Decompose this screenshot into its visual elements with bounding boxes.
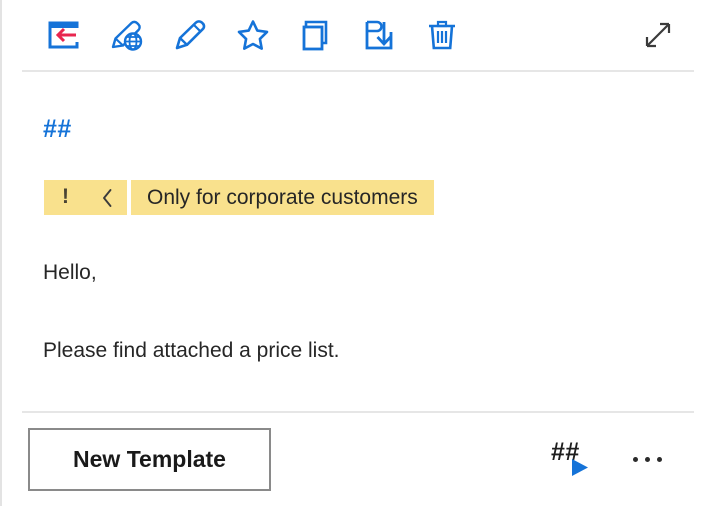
ellipsis-dot-icon [645, 457, 650, 462]
favorite-button[interactable] [231, 13, 275, 57]
ellipsis-dot-icon [657, 457, 662, 462]
toolbar-right-actions [636, 13, 680, 57]
new-template-label: New Template [73, 446, 226, 472]
footer-right-actions: ## [551, 438, 666, 482]
delete-template-icon [425, 18, 459, 52]
more-options-button[interactable] [629, 453, 666, 466]
edit-public-template-button[interactable] [105, 13, 149, 57]
template-panel: ## ! Only for corporate customers Hello,… [0, 0, 712, 506]
save-template-icon [362, 18, 396, 52]
delete-template-button[interactable] [420, 13, 464, 57]
warning-icon: ! [44, 180, 87, 215]
edit-template-button[interactable] [168, 13, 212, 57]
copy-template-icon [299, 18, 333, 52]
collapse-notice-button[interactable] [87, 180, 127, 215]
play-triangle-icon [569, 457, 591, 484]
expand-icon [642, 19, 674, 51]
chevron-left-icon [102, 188, 111, 207]
edit-template-icon [173, 18, 207, 52]
new-template-button[interactable]: New Template [28, 428, 271, 491]
body-greeting: Hello, [43, 261, 97, 284]
subject-placeholder: ## [43, 115, 72, 143]
copy-template-button[interactable] [294, 13, 338, 57]
insert-template-button[interactable] [42, 13, 86, 57]
body-message: Please find attached a price list. [43, 339, 340, 362]
notice-text: Only for corporate customers [131, 180, 434, 215]
template-body: ## ! Only for corporate customers Hello,… [22, 72, 694, 410]
toolbar [22, 0, 694, 70]
insert-placeholder-button[interactable]: ## [551, 438, 597, 482]
notice-banner: ! Only for corporate customers [44, 180, 434, 215]
save-template-button[interactable] [357, 13, 401, 57]
expand-button[interactable] [636, 13, 680, 57]
favorite-star-icon [235, 18, 271, 52]
insert-template-icon [47, 18, 81, 52]
toolbar-actions [42, 13, 464, 57]
footer: New Template ## [22, 413, 694, 506]
ellipsis-dot-icon [633, 457, 638, 462]
edit-public-template-icon [109, 18, 145, 52]
